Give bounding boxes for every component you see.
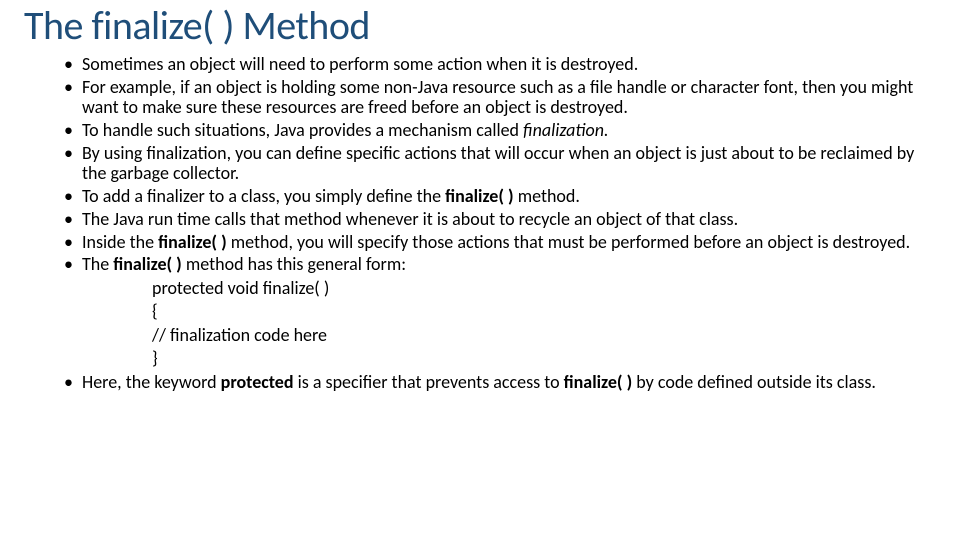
emphasis: finalization.: [523, 119, 608, 141]
bullet-text: To add a finalizer to a class, you simpl…: [82, 185, 445, 207]
bullet-item: Sometimes an object will need to perform…: [64, 54, 926, 75]
bold-text: protected: [221, 371, 294, 393]
bullet-item: To add a finalizer to a class, you simpl…: [64, 186, 926, 207]
bold-text: finalize( ): [158, 231, 227, 253]
bullet-text: The: [82, 253, 113, 275]
bullet-text: method has this general form:: [182, 253, 406, 275]
bullet-item: Inside the finalize( ) method, you will …: [64, 232, 926, 253]
bold-text: finalize( ): [445, 185, 514, 207]
bullet-item: To handle such situations, Java provides…: [64, 120, 926, 141]
bold-text: finalize( ): [113, 253, 182, 275]
code-line: {: [152, 300, 926, 323]
bullet-item: By using finalization, you can define sp…: [64, 143, 926, 184]
bullet-text: by code defined outside its class.: [632, 371, 876, 393]
slide-title: The finalize( ) Method: [24, 0, 936, 54]
code-line: }: [152, 347, 926, 370]
code-line: protected void finalize( ): [152, 277, 926, 300]
bullet-item: Here, the keyword protected is a specifi…: [64, 372, 926, 393]
bullet-text: method, you will specify those actions t…: [227, 231, 910, 253]
code-line: // finalization code here: [152, 324, 926, 347]
bullet-text: To handle such situations, Java provides…: [82, 119, 523, 141]
bold-text: finalize( ): [564, 371, 633, 393]
bullet-item: For example, if an object is holding som…: [64, 77, 926, 118]
bullet-list: Sometimes an object will need to perform…: [24, 54, 936, 393]
bullet-item: The finalize( ) method has this general …: [64, 254, 926, 370]
bullet-text: method.: [514, 185, 580, 207]
bullet-text: is a specifier that prevents access to: [294, 371, 564, 393]
bullet-text: Inside the: [82, 231, 158, 253]
bullet-item: The Java run time calls that method when…: [64, 209, 926, 230]
bullet-text: Here, the keyword: [82, 371, 221, 393]
code-block: protected void finalize( ) { // finaliza…: [82, 277, 926, 371]
slide: { "title": "The finalize( ) Method", "bu…: [0, 0, 960, 540]
